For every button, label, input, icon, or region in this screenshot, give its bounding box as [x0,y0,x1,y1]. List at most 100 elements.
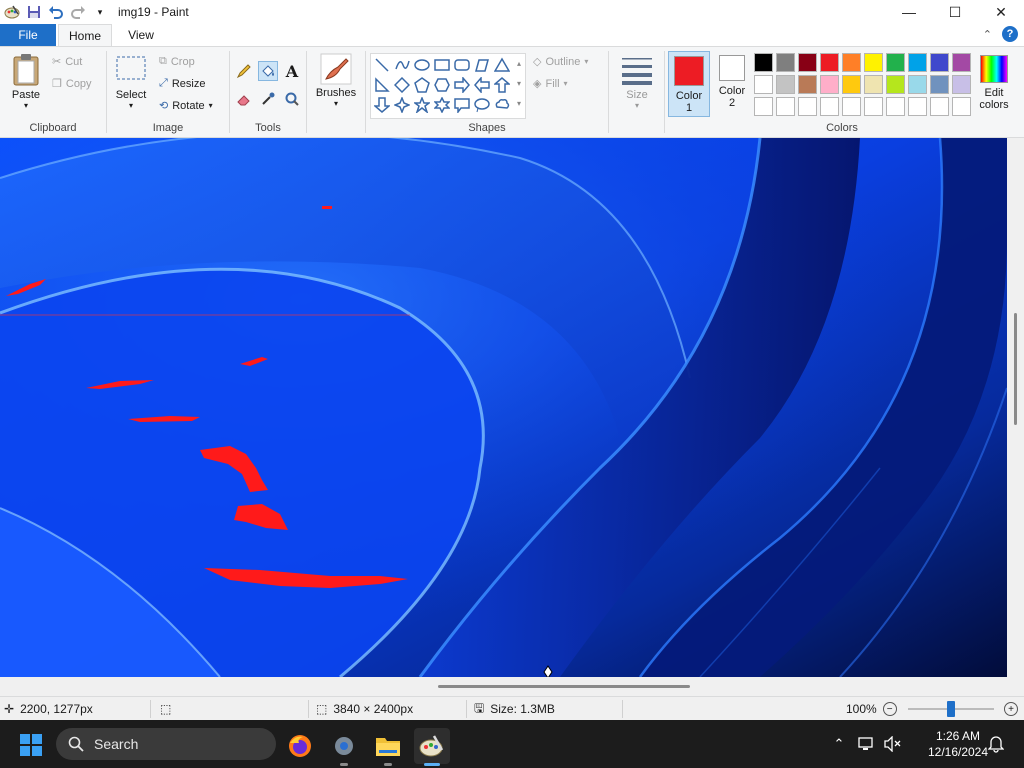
taskbar-search[interactable]: Search [56,728,276,760]
save-icon[interactable] [24,2,44,22]
palette-color-swatch[interactable] [776,53,795,72]
zoom-slider-thumb[interactable] [947,701,955,717]
customize-toolbar-icon[interactable]: ▾ [90,2,110,22]
five-point-star-shape-icon[interactable] [413,96,431,114]
palette-color-swatch[interactable] [930,75,949,94]
color1-button[interactable]: Color 1 [668,51,710,117]
palette-color-swatch[interactable] [952,53,971,72]
pencil-tool[interactable] [234,61,254,81]
settings-taskbar-button[interactable] [326,728,362,766]
color-picker-tool[interactable] [258,89,278,109]
help-button[interactable]: ? [1002,26,1018,42]
palette-color-swatch[interactable] [908,75,927,94]
cut-button[interactable]: ✂ Cut [52,55,82,69]
four-point-star-shape-icon[interactable] [393,96,411,114]
palette-color-swatch[interactable] [798,53,817,72]
palette-color-swatch[interactable] [952,75,971,94]
crop-button[interactable]: ⧉ Crop [159,55,195,68]
palette-color-swatch[interactable] [908,53,927,72]
outline-button[interactable]: ◇ Outline ▾ [533,55,588,69]
right-triangle-shape-icon[interactable] [373,76,391,94]
left-arrow-shape-icon[interactable] [473,76,491,94]
palette-color-swatch[interactable] [754,75,773,94]
custom-color-slot[interactable] [798,97,817,116]
text-tool[interactable]: A [282,61,302,81]
paste-button[interactable]: Paste ▾ [6,53,46,110]
shapes-scroll[interactable]: ▴ ▾ ▾ [513,54,525,118]
right-arrow-shape-icon[interactable] [453,76,471,94]
tab-home[interactable]: Home [58,24,112,47]
collapse-ribbon-icon[interactable]: ⌃ [983,28,992,41]
custom-color-slot[interactable] [820,97,839,116]
undo-icon[interactable] [46,2,66,22]
zoom-in-icon[interactable]: + [1004,702,1018,716]
volume-muted-icon[interactable] [884,736,902,752]
down-arrow-shape-icon[interactable] [373,96,391,114]
redo-icon[interactable] [68,2,88,22]
rotate-button[interactable]: ⟲ Rotate ▾ [159,99,213,113]
up-arrow-shape-icon[interactable] [493,76,511,94]
minimize-button[interactable]: — [886,0,932,24]
paint-app-icon[interactable] [2,2,22,22]
tab-file[interactable]: File [0,24,56,46]
rect-callout-shape-icon[interactable] [453,96,471,114]
select-button[interactable]: Select ▾ [113,55,149,110]
vertical-scroll-thumb[interactable] [1014,313,1017,425]
eraser-tool[interactable] [234,89,254,109]
edit-colors-button[interactable]: Edit colors [976,55,1012,111]
fill-button[interactable]: ◈ Fill ▾ [533,77,568,91]
cloud-callout-shape-icon[interactable] [493,96,511,114]
horizontal-scrollbar[interactable] [0,677,1024,696]
palette-color-swatch[interactable] [842,53,861,72]
custom-color-slot[interactable] [842,97,861,116]
palette-color-swatch[interactable] [754,53,773,72]
hexagon-shape-icon[interactable] [433,76,451,94]
palette-color-swatch[interactable] [886,53,905,72]
zoom-in-button[interactable]: + [1004,697,1018,721]
rectangle-shape-icon[interactable] [433,56,451,74]
firefox-taskbar-button[interactable] [282,728,318,764]
palette-color-swatch[interactable] [886,75,905,94]
custom-color-slot[interactable] [930,97,949,116]
custom-color-slot[interactable] [886,97,905,116]
magnifier-tool[interactable] [282,89,302,109]
size-button[interactable]: Size ▾ [616,55,658,110]
network-icon[interactable] [858,736,876,752]
custom-color-slot[interactable] [952,97,971,116]
vertical-scrollbar[interactable] [1007,138,1024,677]
copy-button[interactable]: ❐ Copy [52,77,92,91]
fill-tool[interactable] [258,61,278,81]
palette-color-swatch[interactable] [842,75,861,94]
custom-color-slot[interactable] [864,97,883,116]
paint-taskbar-button[interactable] [414,728,450,766]
chevron-up-icon[interactable]: ⌃ [828,736,850,752]
notification-bell-icon[interactable] [988,735,1004,753]
polygon-shape-icon[interactable] [473,56,491,74]
drawing-canvas[interactable] [0,138,1007,677]
pentagon-shape-icon[interactable] [413,76,431,94]
palette-color-swatch[interactable] [820,53,839,72]
horizontal-scroll-thumb[interactable] [438,685,690,688]
palette-color-swatch[interactable] [776,75,795,94]
close-button[interactable]: ✕ [978,0,1024,24]
file-explorer-taskbar-button[interactable] [370,728,406,766]
tab-view[interactable]: View [114,24,168,46]
triangle-shape-icon[interactable] [493,56,511,74]
maximize-button[interactable]: ☐ [932,0,978,24]
zoom-slider[interactable] [908,701,994,717]
custom-color-slot[interactable] [754,97,773,116]
brushes-button[interactable]: Brushes ▾ [315,53,357,108]
diamond-shape-icon[interactable] [393,76,411,94]
curve-shape-icon[interactable] [393,56,411,74]
palette-color-swatch[interactable] [864,75,883,94]
rounded-rectangle-shape-icon[interactable] [453,56,471,74]
custom-color-slot[interactable] [776,97,795,116]
palette-color-swatch[interactable] [820,75,839,94]
palette-color-swatch[interactable] [864,53,883,72]
line-shape-icon[interactable] [373,56,391,74]
color2-button[interactable]: Color 2 [712,55,752,109]
custom-color-slot[interactable] [908,97,927,116]
start-button[interactable] [20,734,42,756]
six-point-star-shape-icon[interactable] [433,96,451,114]
zoom-out-icon[interactable]: − [882,702,897,716]
